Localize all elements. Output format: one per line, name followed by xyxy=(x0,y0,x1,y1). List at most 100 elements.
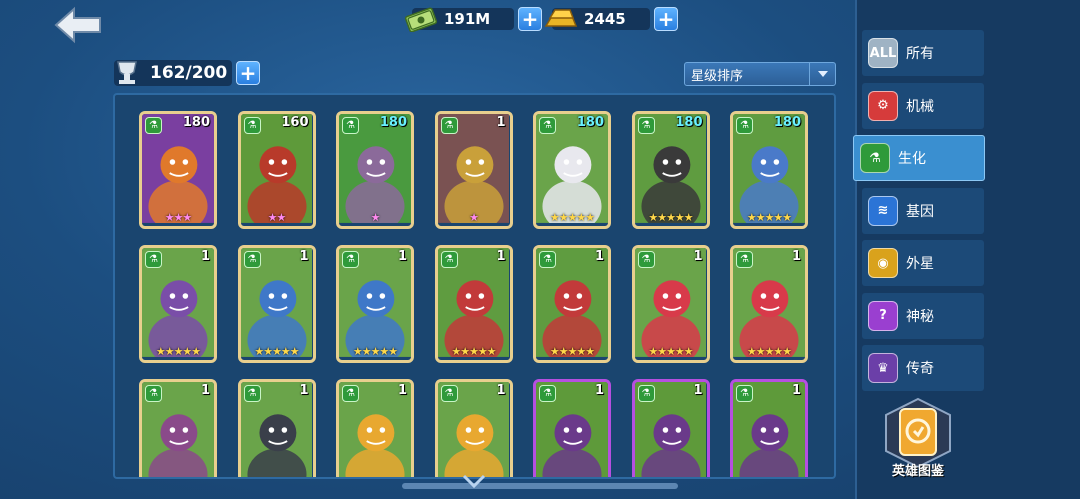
add-cash-button[interactable]: + xyxy=(518,7,542,31)
hero-card[interactable]: ⚗ 1 ★ xyxy=(434,111,513,229)
roster-icon xyxy=(117,61,137,84)
biochemical-icon: ⚗ xyxy=(342,117,359,134)
sort-dropdown[interactable]: 星级排序 xyxy=(684,62,836,86)
biochemical-icon: ⚗ xyxy=(342,385,359,402)
hero-stars: ★ xyxy=(370,211,381,224)
category-alien[interactable]: ◉ 外星 xyxy=(862,240,984,286)
hero-card[interactable]: ⚗ 1 ★★★★★ xyxy=(533,245,611,363)
biochemical-icon: ⚗ xyxy=(243,385,261,402)
legend-icon: ♛ xyxy=(868,353,898,383)
hero-level: 1 xyxy=(496,249,506,264)
biochemical-icon: ⚗ xyxy=(637,117,655,134)
sort-label: 星级排序 xyxy=(691,68,744,84)
hero-level: 1 xyxy=(496,383,506,398)
category-label: 所有 xyxy=(906,46,934,62)
category-biochemical[interactable]: ⚗ 生化 xyxy=(853,135,985,181)
biochemical-icon: ⚗ xyxy=(243,117,261,134)
hero-card[interactable]: ⚗ 1 ★★★★★ xyxy=(336,245,414,363)
all-icon: ALL xyxy=(868,38,898,68)
category-label: 生化 xyxy=(898,151,926,167)
biochemical-icon: ⚗ xyxy=(736,251,753,268)
hero-stars: ★★ xyxy=(267,211,287,224)
category-all[interactable]: ALL 所有 xyxy=(862,30,984,76)
hero-card[interactable]: ⚗ 1 xyxy=(237,379,316,477)
biochemical-icon: ⚗ xyxy=(440,385,458,402)
hero-level: 1 xyxy=(594,383,604,398)
hero-card[interactable]: ⚗ 1 xyxy=(631,379,710,477)
expand-roster-button[interactable]: + xyxy=(236,61,260,85)
hero-stars: ★★★★★ xyxy=(746,211,792,224)
category-mystic[interactable]: ? 神秘 xyxy=(862,292,984,339)
hero-card[interactable]: ⚗ 1 ★★★★★ xyxy=(139,245,217,363)
biochemical-icon: ⚗ xyxy=(440,117,458,134)
mystic-icon: ? xyxy=(868,300,898,331)
category-label: 传奇 xyxy=(906,361,934,377)
biochemical-icon: ⚗ xyxy=(539,251,556,268)
hero-level: 160 xyxy=(281,115,309,130)
hero-stars: ★ xyxy=(469,211,479,224)
hero-card[interactable]: ⚗ 180 ★★★★★ xyxy=(631,111,710,229)
hero-level: 180 xyxy=(576,115,604,130)
biochemical-icon: ⚗ xyxy=(637,385,655,402)
hero-level: 1 xyxy=(299,383,309,398)
biochemical-icon: ⚗ xyxy=(145,385,162,402)
hero-stars: ★★★★★ xyxy=(352,345,398,358)
hero-card[interactable]: ⚗ 1 xyxy=(434,379,513,477)
scroll-down-icon[interactable] xyxy=(462,474,486,488)
biochemical-icon: ⚗ xyxy=(736,117,753,134)
gold-resource: 2445 + xyxy=(542,6,678,32)
hero-level: 1 xyxy=(693,249,703,264)
biochemical-icon: ⚗ xyxy=(736,385,753,402)
hero-stars: ★★★★★ xyxy=(648,345,693,358)
category-label: 基因 xyxy=(906,203,934,220)
biochemical-icon: ⚗ xyxy=(539,385,556,402)
hero-card[interactable]: ⚗ 1 ★★★★★ xyxy=(237,245,316,363)
chevron-down-icon xyxy=(809,63,835,85)
hero-stars: ★★★★★ xyxy=(451,345,496,358)
hero-card[interactable]: ⚗ 160 ★★ xyxy=(237,111,316,229)
biochemical-icon: ⚗ xyxy=(637,251,655,268)
hero-card[interactable]: ⚗ 1 ★★★★★ xyxy=(730,245,808,363)
category-legend[interactable]: ♛ 传奇 xyxy=(862,345,984,391)
cash-resource: 191M + xyxy=(404,6,542,32)
hero-level: 1 xyxy=(397,249,407,264)
hero-stars: ★★★★★ xyxy=(549,211,595,224)
hero-level: 180 xyxy=(182,115,210,130)
hero-card[interactable]: ⚗ 1 ★★★★★ xyxy=(434,245,513,363)
hero-card[interactable]: ⚗ 1 xyxy=(533,379,611,477)
add-gold-button[interactable]: + xyxy=(654,7,678,31)
biochemical-icon: ⚗ xyxy=(145,117,162,134)
biochemical-icon: ⚗ xyxy=(860,143,890,173)
back-arrow-icon[interactable] xyxy=(52,6,104,44)
hero-card[interactable]: ⚗ 180 ★ xyxy=(336,111,414,229)
category-label: 神秘 xyxy=(906,308,934,325)
gene-icon: ≋ xyxy=(868,195,898,226)
biochemical-icon: ⚗ xyxy=(342,251,359,268)
scrollbar[interactable] xyxy=(402,483,678,489)
hero-stars: ★★★★★ xyxy=(549,345,595,358)
hero-level: 1 xyxy=(791,383,801,398)
hero-card[interactable]: ⚗ 1 xyxy=(730,379,808,477)
category-gene[interactable]: ≋ 基因 xyxy=(862,187,984,234)
alien-icon: ◉ xyxy=(868,248,898,278)
hero-level: 1 xyxy=(200,249,210,264)
hero-card[interactable]: ⚗ 1 ★★★★★ xyxy=(631,245,710,363)
hero-stars: ★★★★★ xyxy=(746,345,792,358)
biochemical-icon: ⚗ xyxy=(145,251,162,268)
hero-card[interactable]: ⚗ 180 ★★★ xyxy=(139,111,217,229)
hero-stars: ★★★★★ xyxy=(155,345,201,358)
hero-card[interactable]: ⚗ 1 xyxy=(336,379,414,477)
hero-card[interactable]: ⚗ 180 ★★★★★ xyxy=(533,111,611,229)
hero-stars: ★★★ xyxy=(164,211,193,224)
hero-stars: ★★★★★ xyxy=(648,211,693,224)
category-label: 机械 xyxy=(906,98,934,115)
hero-card[interactable]: ⚗ 1 xyxy=(139,379,217,477)
hero-level: 1 xyxy=(791,249,801,264)
category-mechanical[interactable]: ⚙ 机械 xyxy=(862,82,984,129)
hero-level: 1 xyxy=(594,249,604,264)
mechanical-icon: ⚙ xyxy=(868,90,898,121)
biochemical-icon: ⚗ xyxy=(243,251,261,268)
hero-level: 1 xyxy=(299,249,309,264)
hero-stars: ★★★★★ xyxy=(254,345,299,358)
hero-card[interactable]: ⚗ 180 ★★★★★ xyxy=(730,111,808,229)
